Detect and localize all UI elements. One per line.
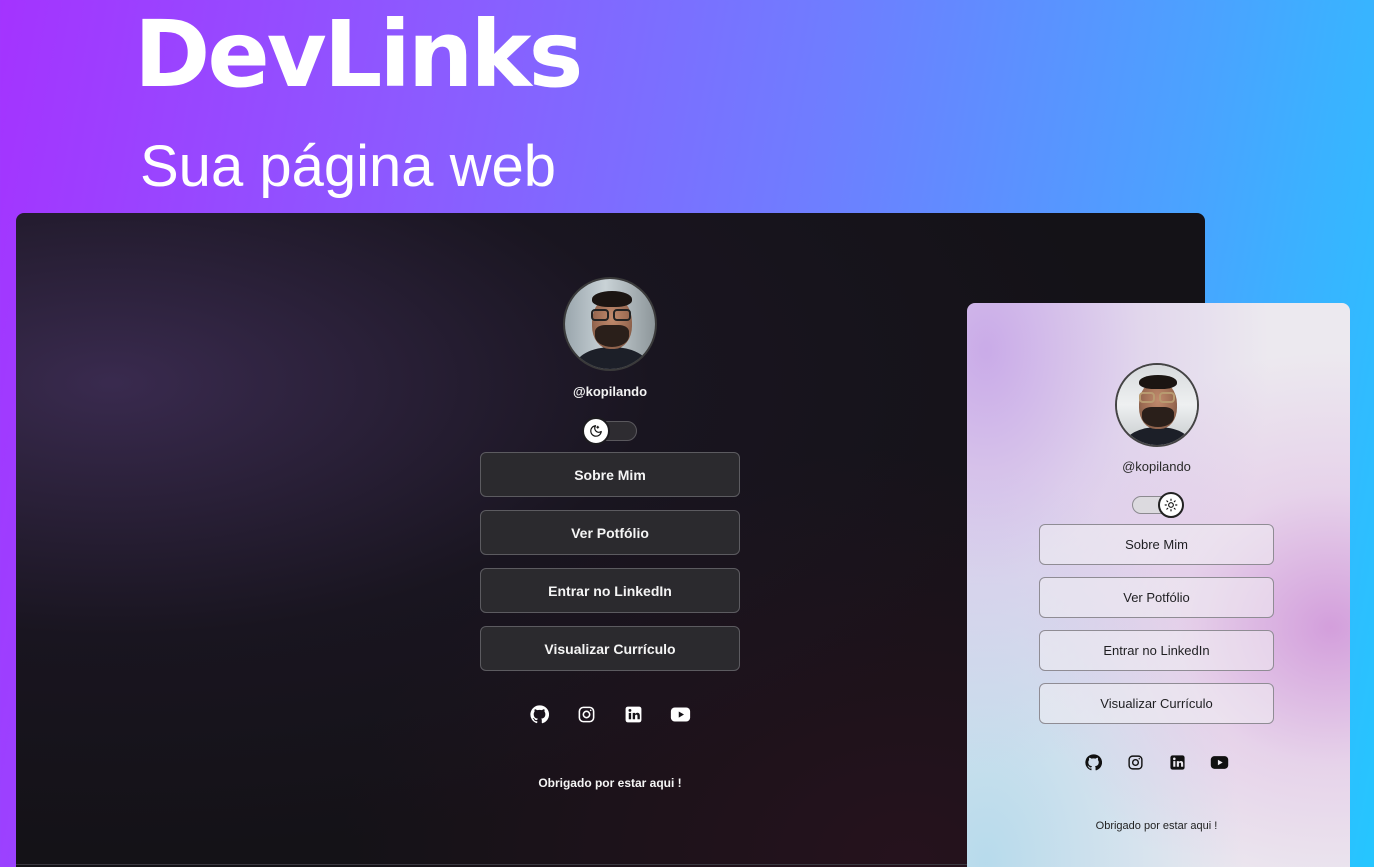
youtube-icon[interactable] xyxy=(1210,753,1229,772)
sun-icon xyxy=(1157,492,1184,518)
username: @kopilando xyxy=(572,384,648,399)
link-ver-portfolio[interactable]: Ver Potfólio xyxy=(480,510,740,555)
youtube-icon[interactable] xyxy=(670,704,691,725)
github-icon[interactable] xyxy=(1084,753,1103,772)
link-curriculo[interactable]: Visualizar Currículo xyxy=(1039,683,1274,724)
instagram-icon[interactable] xyxy=(576,704,597,725)
link-ver-portfolio[interactable]: Ver Potfólio xyxy=(1039,577,1274,618)
linkedin-icon[interactable] xyxy=(623,704,644,725)
hero-subtitle: Sua página web xyxy=(140,134,556,199)
link-curriculo[interactable]: Visualizar Currículo xyxy=(480,626,740,671)
theme-toggle[interactable] xyxy=(1131,492,1184,518)
link-sobre-mim[interactable]: Sobre Mim xyxy=(480,452,740,497)
social-links xyxy=(529,704,691,725)
github-icon[interactable] xyxy=(529,704,550,725)
link-linkedin[interactable]: Entrar no LinkedIn xyxy=(1039,630,1274,671)
instagram-icon[interactable] xyxy=(1126,753,1145,772)
light-theme-preview: @kopilando Sobre Mim Ver Potfólio Entrar… xyxy=(967,303,1350,867)
social-links xyxy=(1084,753,1229,772)
link-linkedin[interactable]: Entrar no LinkedIn xyxy=(480,568,740,613)
linkedin-icon[interactable] xyxy=(1168,753,1187,772)
avatar[interactable] xyxy=(1114,363,1199,447)
link-sobre-mim[interactable]: Sobre Mim xyxy=(1039,524,1274,565)
moon-icon xyxy=(582,417,610,445)
theme-toggle[interactable] xyxy=(582,417,637,445)
hero-title: DevLinks xyxy=(134,1,583,108)
dark-profile-card: @kopilando Sobre Mim Ver Potfólio Entrar… xyxy=(479,277,741,790)
avatar[interactable] xyxy=(563,277,657,371)
username: @kopilando xyxy=(1122,459,1191,474)
footer-text: Obrigado por estar aqui ! xyxy=(538,776,682,790)
light-profile-card: @kopilando Sobre Mim Ver Potfólio Entrar… xyxy=(1038,363,1275,832)
footer-text: Obrigado por estar aqui ! xyxy=(1095,820,1218,832)
